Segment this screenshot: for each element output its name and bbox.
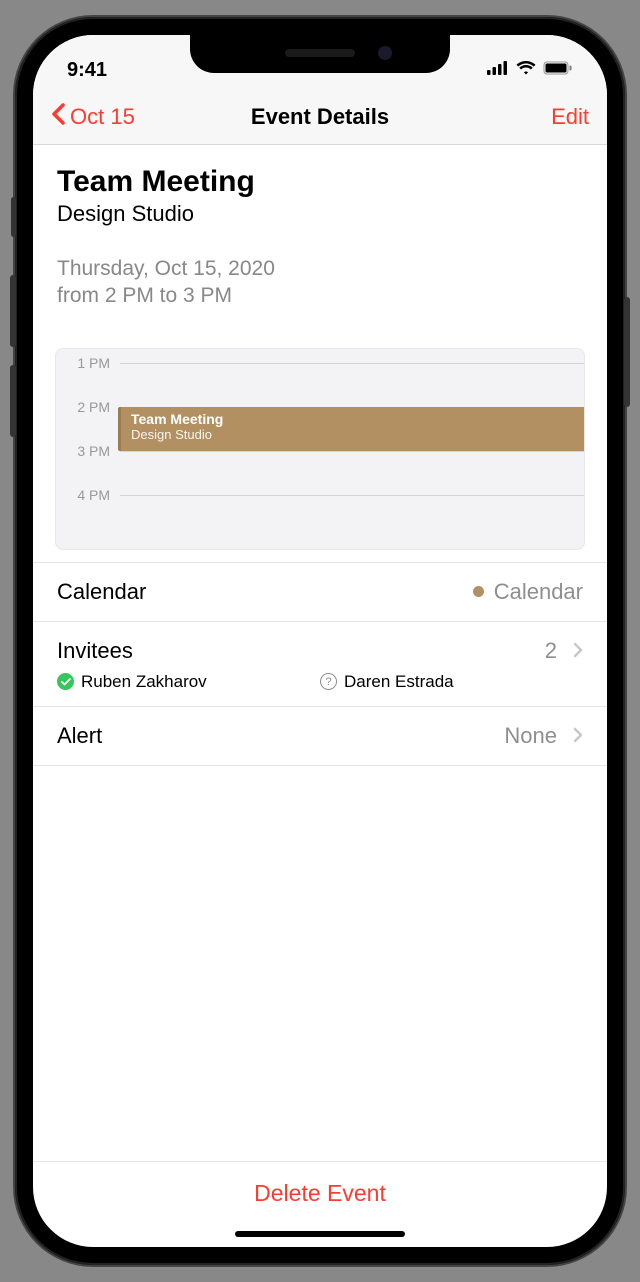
invitee-item: ? Daren Estrada bbox=[320, 672, 583, 692]
chevron-right-icon bbox=[573, 723, 583, 749]
alert-value: None bbox=[504, 723, 557, 749]
invitee-item: Ruben Zakharov bbox=[57, 672, 320, 692]
invitee-name: Ruben Zakharov bbox=[81, 672, 207, 692]
time-label: 3 PM bbox=[56, 443, 120, 459]
calendar-label: Calendar bbox=[57, 579, 146, 605]
page-title: Event Details bbox=[251, 104, 389, 130]
status-time: 9:41 bbox=[67, 59, 107, 82]
content-area: Team Meeting Design Studio Thursday, Oct… bbox=[33, 145, 607, 1161]
block-title: Team Meeting bbox=[131, 411, 574, 427]
alert-label: Alert bbox=[57, 723, 102, 749]
event-date-line: Thursday, Oct 15, 2020 bbox=[57, 255, 583, 282]
alert-row[interactable]: Alert None bbox=[33, 707, 607, 766]
invitees-count: 2 bbox=[545, 638, 557, 664]
check-circle-icon bbox=[57, 673, 74, 690]
time-label: 4 PM bbox=[56, 487, 120, 503]
home-indicator[interactable] bbox=[235, 1231, 405, 1237]
wifi-icon bbox=[516, 61, 536, 80]
notch bbox=[190, 35, 450, 73]
time-label: 2 PM bbox=[56, 399, 120, 415]
event-time-line: from 2 PM to 3 PM bbox=[57, 282, 583, 309]
back-label: Oct 15 bbox=[70, 104, 135, 130]
invitees-label: Invitees bbox=[57, 638, 133, 664]
event-location: Design Studio bbox=[57, 201, 583, 227]
delete-event-button[interactable]: Delete Event bbox=[33, 1180, 607, 1207]
timeline-event-block[interactable]: Team Meeting Design Studio bbox=[118, 407, 584, 451]
event-header: Team Meeting Design Studio Thursday, Oct… bbox=[33, 145, 607, 324]
question-circle-icon: ? bbox=[320, 673, 337, 690]
timeline-widget[interactable]: 1 PM 2 PM 3 PM 4 PM Team Meeting Design … bbox=[55, 348, 585, 550]
calendar-dot-icon bbox=[473, 586, 484, 597]
cellular-icon bbox=[487, 61, 509, 80]
battery-icon bbox=[543, 61, 573, 80]
block-location: Design Studio bbox=[131, 427, 574, 442]
event-title: Team Meeting bbox=[57, 165, 583, 199]
nav-bar: Oct 15 Event Details Edit bbox=[33, 89, 607, 145]
invitees-section: Invitees 2 Ruben Zakharov bbox=[33, 622, 607, 707]
calendar-value: Calendar bbox=[494, 579, 583, 605]
calendar-row[interactable]: Calendar Calendar bbox=[33, 562, 607, 622]
invitees-list: Ruben Zakharov ? Daren Estrada bbox=[33, 672, 607, 692]
screen: 9:41 Oct 15 Event Details bbox=[33, 35, 607, 1247]
back-button[interactable]: Oct 15 bbox=[51, 103, 135, 131]
chevron-left-icon bbox=[51, 103, 66, 131]
phone-frame: 9:41 Oct 15 Event Details bbox=[15, 17, 625, 1265]
event-date: Thursday, Oct 15, 2020 from 2 PM to 3 PM bbox=[57, 255, 583, 310]
invitee-name: Daren Estrada bbox=[344, 672, 454, 692]
edit-button[interactable]: Edit bbox=[551, 104, 589, 130]
time-label: 1 PM bbox=[56, 355, 120, 371]
status-icons bbox=[487, 61, 573, 80]
invitees-row[interactable]: Invitees 2 bbox=[33, 622, 607, 672]
chevron-right-icon bbox=[573, 638, 583, 664]
